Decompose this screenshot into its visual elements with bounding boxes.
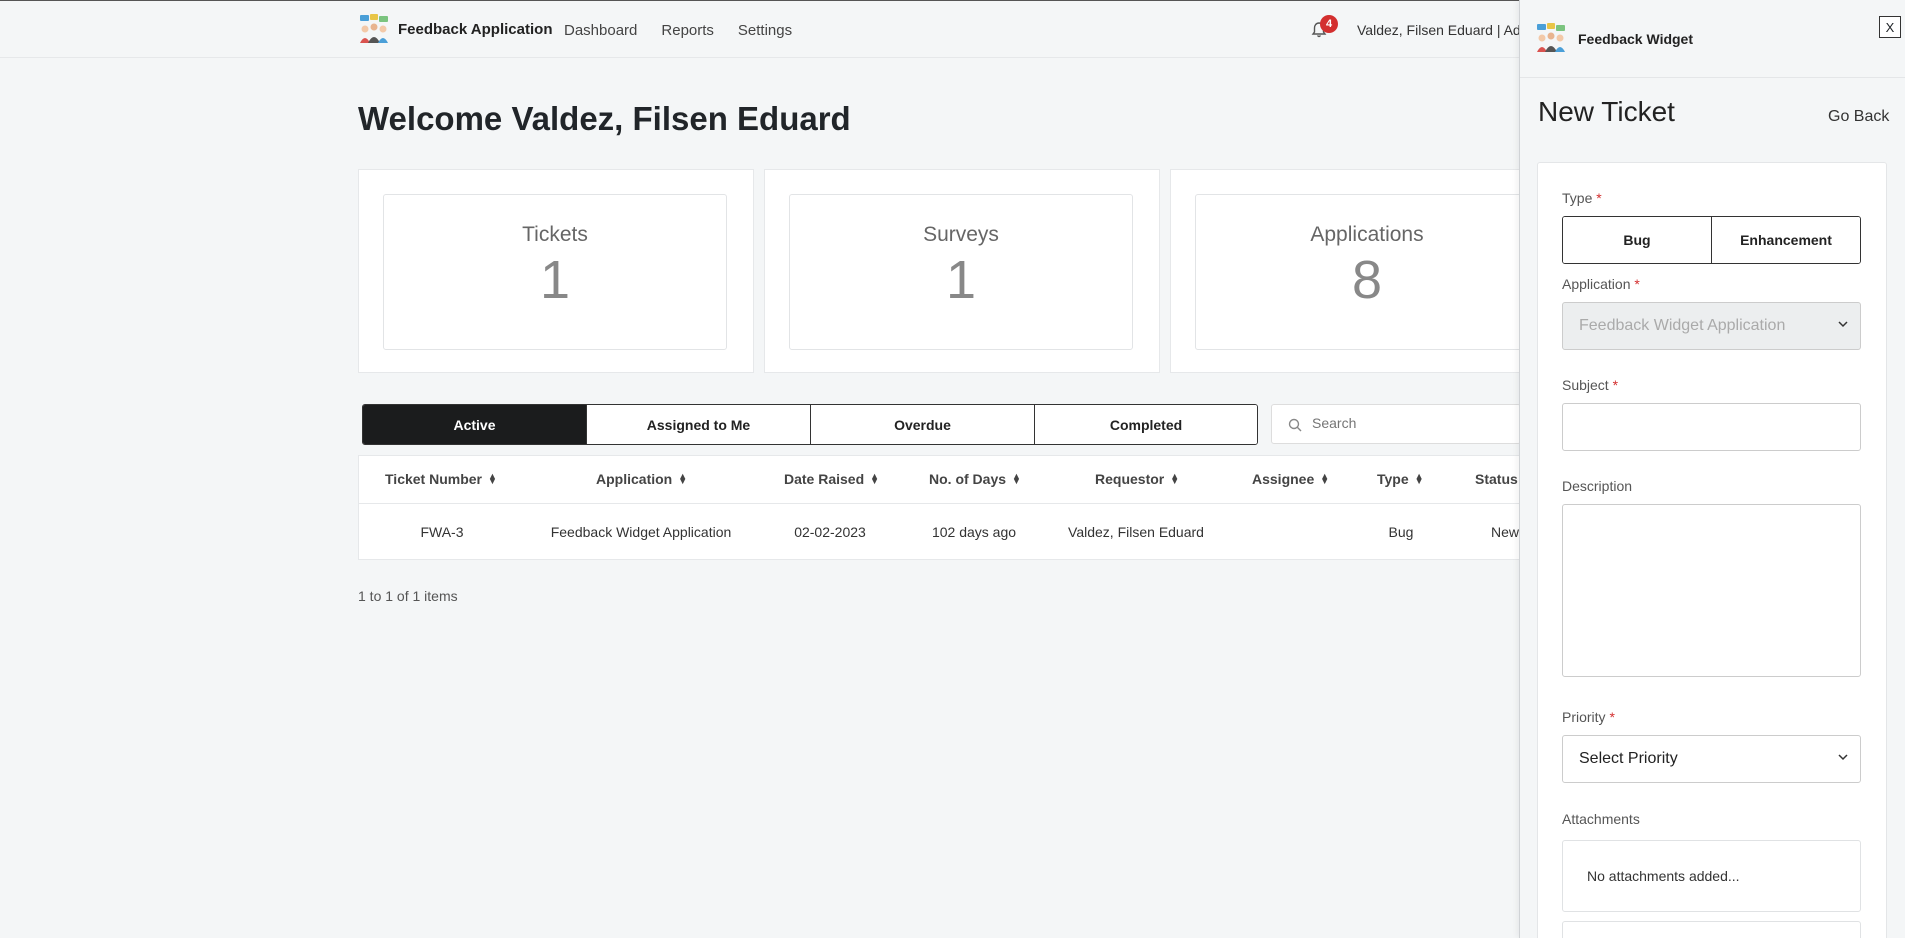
type-bug-button[interactable]: Bug xyxy=(1563,217,1712,263)
new-ticket-form: Type * Bug Enhancement Application * Fee… xyxy=(1537,162,1887,938)
stat-value: 1 xyxy=(539,250,571,310)
notification-badge: 4 xyxy=(1320,15,1338,33)
column-header-no-of-days[interactable]: No. of Days ▲ ▼ xyxy=(929,471,1021,487)
sort-icon: ▲ ▼ xyxy=(1170,471,1180,486)
priority-select-value: Select Priority xyxy=(1579,750,1678,767)
search-input[interactable] xyxy=(1312,415,1512,431)
priority-select[interactable]: Select Priority xyxy=(1562,735,1861,783)
column-header-label: Assignee xyxy=(1252,471,1315,487)
stat-title: Surveys xyxy=(923,223,999,246)
cell-no-of-days: 102 days ago xyxy=(931,524,1017,540)
column-header-label: Requestor xyxy=(1095,471,1165,487)
stat-card-applications: Applications 8 xyxy=(1170,169,1566,373)
panel-title: Feedback Widget xyxy=(1578,31,1694,47)
cell-ticket-number[interactable]: FWA-3 xyxy=(420,524,463,540)
sort-icon: ▲ ▼ xyxy=(1320,471,1330,486)
sort-icon: ▲ ▼ xyxy=(1414,471,1424,486)
form-title: New Ticket xyxy=(1538,96,1675,127)
column-header-label: Status xyxy=(1475,471,1518,487)
chevron-down-icon xyxy=(1838,754,1848,761)
stat-inner: Applications 8 xyxy=(1195,194,1539,350)
column-header-label: Application xyxy=(596,471,673,487)
sort-icon: ▲ ▼ xyxy=(870,471,880,486)
column-header-application[interactable]: Application ▲ ▼ xyxy=(596,471,687,487)
column-header-type[interactable]: Type ▲ ▼ xyxy=(1377,471,1424,487)
ticket-filter-tabs: Active Assigned to Me Overdue Completed xyxy=(362,404,1258,445)
sort-icon: ▲ ▼ xyxy=(1012,471,1021,486)
table-header: Ticket Number ▲ ▼ Application ▲ ▼ Date Raise… xyxy=(359,456,1520,504)
feedback-people-logo-icon xyxy=(360,14,388,43)
pagination-summary: 1 to 1 of 1 items xyxy=(358,588,458,604)
feedback-people-logo-icon xyxy=(1537,23,1565,52)
attachments-empty-text: No attachments added... xyxy=(1587,868,1740,884)
priority-label: Priority * xyxy=(1562,709,1615,725)
stat-title: Applications xyxy=(1310,223,1424,246)
tab-active[interactable]: Active xyxy=(363,405,587,444)
application-select[interactable]: Feedback Widget Application xyxy=(1562,302,1861,350)
column-header-label: No. of Days xyxy=(929,471,1007,487)
tickets-table: Ticket Number ▲ ▼ Application ▲ ▼ Date Raise… xyxy=(358,455,1521,560)
nav-link-dashboard[interactable]: Dashboard xyxy=(564,22,637,39)
description-label: Description xyxy=(1562,478,1633,494)
subject-input[interactable] xyxy=(1562,403,1861,451)
attachments-dropzone[interactable]: No attachments added... xyxy=(1562,840,1861,912)
sort-icon: ▲ ▼ xyxy=(678,471,688,486)
column-header-ticket-number[interactable]: Ticket Number ▲ ▼ xyxy=(385,471,497,487)
cell-status: New xyxy=(1490,524,1520,540)
nav-links: Dashboard Reports Settings xyxy=(564,22,816,39)
stat-inner: Surveys 1 xyxy=(789,194,1133,350)
brand-name: Feedback Application xyxy=(398,20,553,38)
page-title: Welcome Valdez, Filsen Eduard xyxy=(358,100,851,137)
close-button[interactable]: X xyxy=(1879,16,1901,38)
tab-assigned-to-me[interactable]: Assigned to Me xyxy=(587,405,811,444)
nav-link-settings[interactable]: Settings xyxy=(738,22,792,39)
column-header-status[interactable]: Status▲▼ xyxy=(1475,471,1520,487)
go-back-link[interactable]: Go Back xyxy=(1828,108,1889,126)
stat-title: Tickets xyxy=(522,223,588,246)
stats-cards: Tickets 1 Surveys 1 Applications 8 xyxy=(358,169,1576,373)
stat-inner: Tickets 1 xyxy=(383,194,727,350)
nav-link-reports[interactable]: Reports xyxy=(661,22,714,39)
subject-label: Subject * xyxy=(1562,377,1619,393)
column-header-label: Date Raised xyxy=(784,471,865,487)
cell-application: Feedback Widget Application xyxy=(550,524,732,540)
brand[interactable]: Feedback Application xyxy=(358,13,552,45)
tab-overdue[interactable]: Overdue xyxy=(811,405,1035,444)
column-header-date-raised[interactable]: Date Raised ▲ ▼ xyxy=(784,471,879,487)
cell-type: Bug xyxy=(1388,524,1414,540)
column-header-requestor[interactable]: Requestor ▲ ▼ xyxy=(1095,471,1179,487)
type-enhancement-button[interactable]: Enhancement xyxy=(1712,217,1860,263)
attachments-upload-area[interactable] xyxy=(1562,921,1861,938)
attachments-label: Attachments xyxy=(1562,811,1640,827)
search-icon xyxy=(1288,418,1302,432)
stat-value: 8 xyxy=(1351,250,1383,310)
column-header-label: Type xyxy=(1377,471,1409,487)
search-box xyxy=(1271,404,1521,444)
panel-header: Feedback Widget X xyxy=(1520,0,1905,78)
column-header-assignee[interactable]: Assignee ▲ ▼ xyxy=(1252,471,1329,487)
application-label: Application * xyxy=(1562,276,1640,292)
stat-card-tickets: Tickets 1 xyxy=(358,169,754,373)
chevron-down-icon xyxy=(1838,321,1848,328)
column-header-label: Ticket Number xyxy=(385,471,482,487)
user-menu[interactable]: Valdez, Filsen Eduard | Admin xyxy=(1357,22,1519,38)
feedback-widget-panel: Feedback Widget X New Ticket Go Back Typ… xyxy=(1519,0,1905,938)
application-select-value: Feedback Widget Application xyxy=(1579,317,1786,334)
cell-date-raised: 02-02-2023 xyxy=(794,524,866,540)
tab-completed[interactable]: Completed xyxy=(1035,405,1257,444)
stat-card-surveys: Surveys 1 xyxy=(764,169,1160,373)
stat-value: 1 xyxy=(945,250,977,310)
cell-requestor: Valdez, Filsen Eduard xyxy=(1068,524,1204,540)
description-textarea[interactable] xyxy=(1562,504,1861,677)
type-label: Type * xyxy=(1562,190,1602,206)
type-toggle-group: Bug Enhancement xyxy=(1562,216,1861,264)
sort-icon: ▲ ▼ xyxy=(488,471,497,486)
